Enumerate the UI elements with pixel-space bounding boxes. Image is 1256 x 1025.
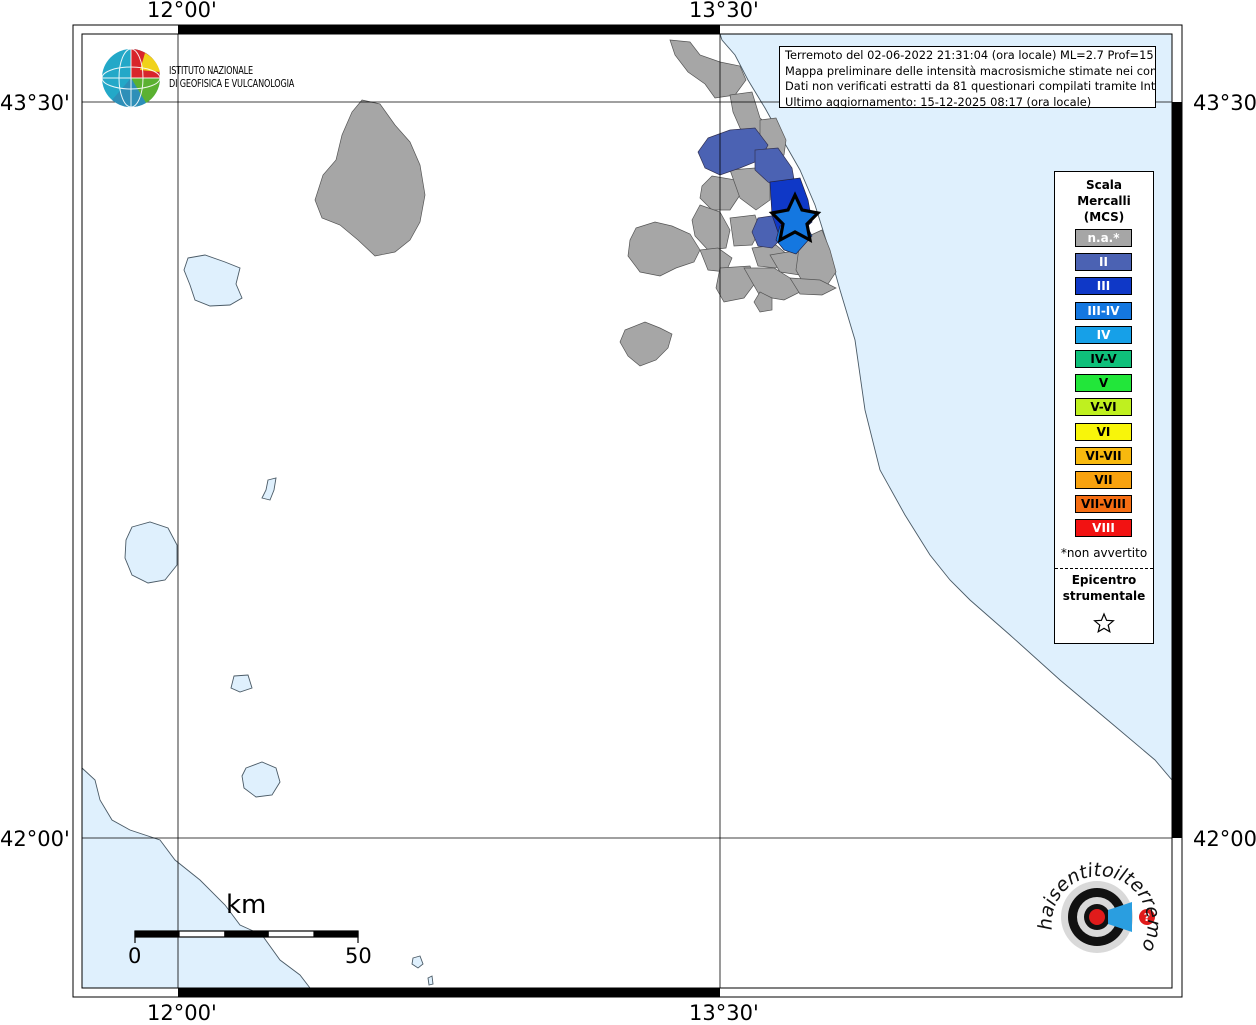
lake-nemi (427, 975, 434, 986)
legend-title-line: (MCS) (1083, 210, 1125, 224)
scale-max-label: 50 (345, 944, 372, 968)
ingv-logo-text: ISTITUTO NAZIONALE DI GEOFISICA E VULCAN… (169, 64, 294, 90)
ingv-globe-icon (101, 48, 161, 108)
lat-label-left-top: 43°30' (0, 91, 70, 115)
event-info-line: Terremoto del 02-06-2022 21:31:04 (ora l… (785, 48, 1156, 62)
legend-swatch: V-VI (1075, 398, 1132, 417)
intensity-legend: Scala Mercalli (MCS) n.a.* II III III-IV IV I… (1054, 171, 1154, 644)
ingv-name-line2: DI GEOFISICA E VULCANOLOGIA (169, 77, 295, 90)
lat-label-left-bottom: 42°00' (0, 827, 70, 851)
lon-label-top-left: 12°00' (147, 0, 217, 22)
legend-epicenter-line: strumentale (1062, 589, 1146, 603)
lat-label-right-bottom: 42°00' (1193, 827, 1256, 851)
legend-swatch: III-IV (1075, 301, 1132, 320)
legend-swatch: VI (1075, 422, 1132, 441)
legend-divider (1055, 568, 1153, 569)
legend-swatch: VIII (1075, 519, 1132, 538)
legend-epicenter-line: Epicentro (1071, 573, 1137, 587)
lake-bolsena (124, 521, 178, 584)
legend-title-line: Mercalli (1077, 194, 1131, 208)
legend-swatch: III (1075, 277, 1132, 296)
event-info-line: Mappa preliminare delle intensità macros… (785, 63, 1156, 78)
legend-swatch: II (1075, 253, 1132, 272)
legend-swatch: VI-VII (1075, 446, 1132, 465)
legend-note: *non avvertito (1060, 546, 1148, 560)
event-info-box: Terremoto del 02-06-2022 21:31:04 (ora l… (779, 46, 1156, 108)
legend-swatch: VII (1075, 471, 1132, 489)
legend-swatch: IV (1075, 325, 1132, 344)
lon-label-bottom-left: 12°00' (147, 1001, 217, 1025)
lake-vico (230, 674, 253, 693)
legend-swatch: V (1075, 374, 1132, 393)
legend-swatch: n.a.* (1075, 229, 1132, 247)
legend-title-line: Scala (1085, 178, 1123, 192)
scale-min-label: 0 (128, 944, 142, 968)
ingv-name-line1: ISTITUTO NAZIONALE (169, 64, 253, 77)
lat-label-right-top: 43°30' (1193, 91, 1256, 115)
legend-epicenter-label: Epicentro strumentale (1055, 572, 1153, 604)
lon-label-bottom-right: 13°30' (689, 1001, 759, 1025)
legend-star-icon (1093, 612, 1115, 634)
scale-unit-label: km (226, 890, 267, 920)
legend-title: Scala Mercalli (MCS) (1055, 177, 1153, 225)
legend-swatch: VII-VIII (1075, 495, 1132, 514)
legend-swatch: IV-V (1075, 350, 1132, 368)
lon-label-top-right: 13°30' (689, 0, 759, 22)
event-info-line: Dati non verificati estratti da 81 quest… (785, 79, 1156, 93)
event-info-line: Ultimo aggiornamento: 15-12-2025 08:17 (… (785, 94, 1092, 108)
